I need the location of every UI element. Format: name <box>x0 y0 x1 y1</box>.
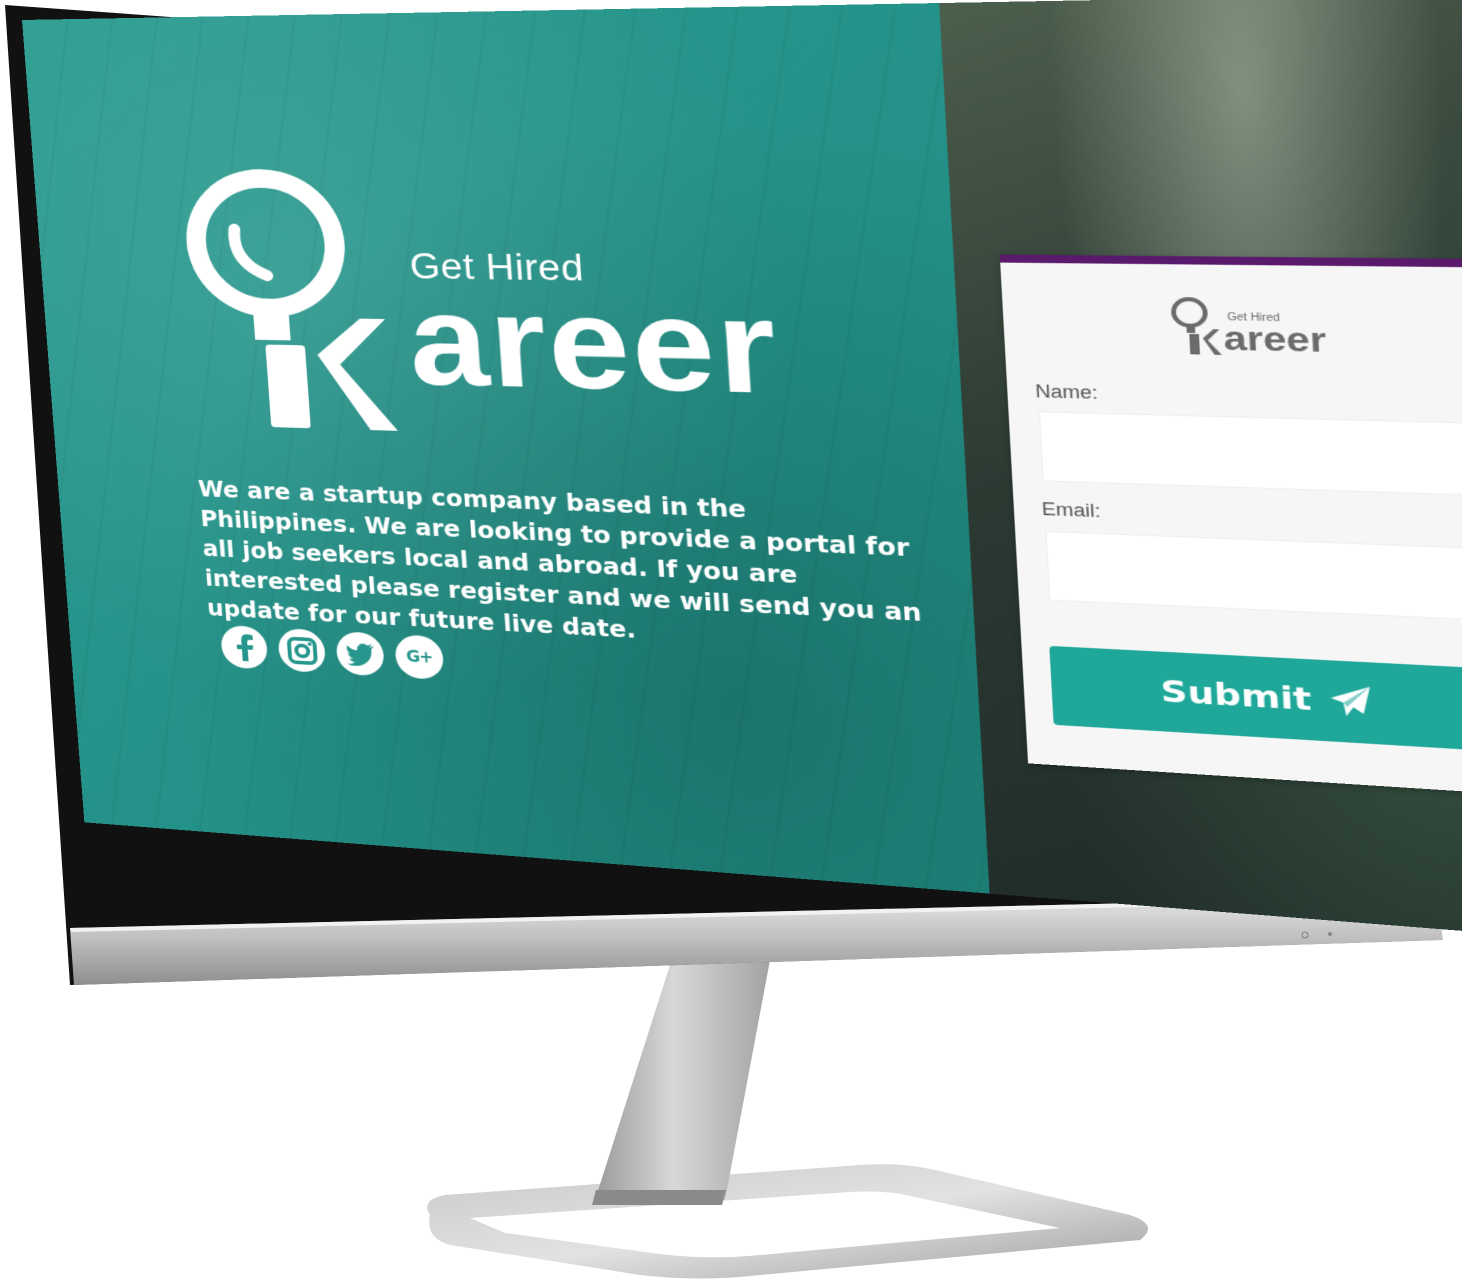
email-label: Email: <box>1041 499 1102 522</box>
name-label: Name: <box>1034 381 1099 403</box>
magnifier-k-icon <box>1168 295 1222 355</box>
paper-plane-icon <box>1330 684 1372 718</box>
magnifier-k-icon <box>192 178 398 431</box>
google-plus-icon[interactable]: G+ <box>394 634 445 681</box>
card-brand-logo: Get Hired areer <box>1168 295 1344 370</box>
monitor-mockup: Get Hired areer We are a startup company… <box>0 0 1462 1285</box>
hero-panel <box>22 3 990 894</box>
brand-wordmark: areer <box>403 267 783 423</box>
twitter-icon[interactable] <box>335 630 386 677</box>
facebook-icon[interactable] <box>219 624 269 670</box>
google-plus-glyph: G+ <box>405 647 434 668</box>
submit-button[interactable]: Submit <box>1049 645 1462 752</box>
email-field[interactable] <box>1045 530 1462 621</box>
card-brand-wordmark: areer <box>1222 319 1328 361</box>
signup-card: Get Hired areer Name: Email: Submit <box>999 254 1462 796</box>
submit-label: Submit <box>1159 673 1313 719</box>
instagram-icon[interactable] <box>277 627 327 674</box>
name-field[interactable] <box>1038 411 1462 496</box>
screen: Get Hired areer We are a startup company… <box>22 0 1462 942</box>
